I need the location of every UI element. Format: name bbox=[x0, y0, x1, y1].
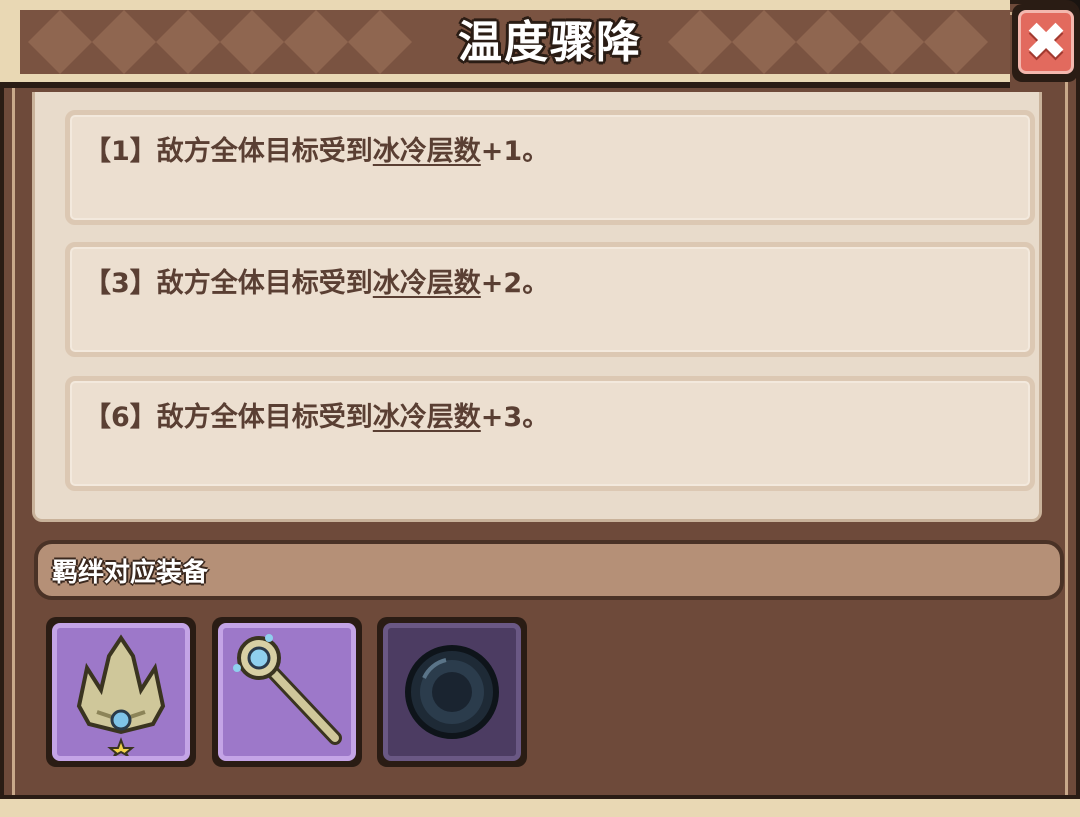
effect-text: 【6】敌方全体目标受到冰冷层数+3。 bbox=[84, 402, 550, 433]
banner-trim bbox=[0, 74, 1010, 82]
title-banner: 温度骤降 bbox=[0, 0, 1010, 88]
dialog-title: 温度骤降 bbox=[458, 17, 642, 68]
keyword-link[interactable]: 冰冷层数 bbox=[373, 268, 481, 299]
keyword-link[interactable]: 冰冷层数 bbox=[373, 402, 481, 433]
equipment-slot-crown[interactable] bbox=[46, 617, 196, 767]
crown-icon bbox=[76, 634, 166, 756]
effect-card: 【6】敌方全体目标受到冰冷层数+3。 bbox=[65, 376, 1035, 491]
close-button[interactable]: ✖ bbox=[1012, 4, 1078, 82]
close-glyph: ✖ bbox=[1024, 12, 1068, 72]
equipment-slot-orb[interactable] bbox=[377, 617, 527, 767]
banner-trim bbox=[0, 0, 1010, 10]
effect-card: 【3】敌方全体目标受到冰冷层数+2。 bbox=[65, 242, 1035, 357]
scepter-icon bbox=[233, 634, 342, 745]
bond-section-label: 羁绊对应装备 bbox=[52, 558, 209, 588]
equipment-slot-scepter[interactable] bbox=[212, 617, 362, 767]
dark-orb-icon bbox=[405, 645, 499, 739]
close-icon[interactable]: ✖ bbox=[1018, 10, 1074, 74]
bottom-trim bbox=[0, 795, 1080, 817]
keyword-link[interactable]: 冰冷层数 bbox=[373, 136, 481, 167]
effect-text: 【1】敌方全体目标受到冰冷层数+1。 bbox=[84, 136, 550, 167]
effect-text: 【3】敌方全体目标受到冰冷层数+2。 bbox=[84, 268, 550, 299]
bond-section-header: 羁绊对应装备 bbox=[34, 540, 1064, 600]
banner-corner bbox=[0, 0, 20, 82]
effects-panel: 【1】敌方全体目标受到冰冷层数+1。 【3】敌方全体目标受到冰冷层数+2。 【6… bbox=[32, 92, 1042, 522]
effect-card: 【1】敌方全体目标受到冰冷层数+1。 bbox=[65, 110, 1035, 225]
